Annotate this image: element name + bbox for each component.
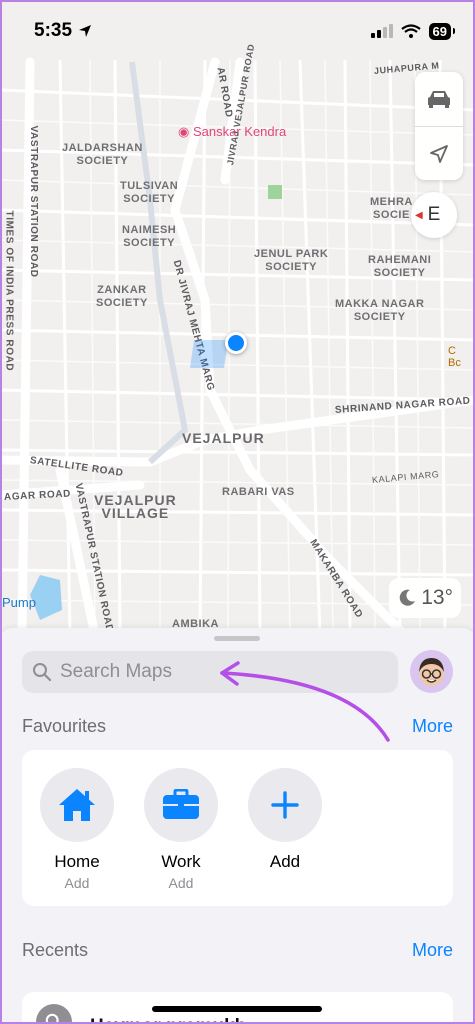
favourite-sublabel: Add bbox=[64, 875, 90, 891]
memoji-avatar-icon bbox=[419, 658, 444, 686]
user-heading-beam bbox=[190, 340, 228, 368]
poi-pin-icon: ◉ bbox=[178, 124, 190, 139]
map-area-label: VEJALPUR bbox=[182, 430, 265, 446]
sheet-grabber[interactable] bbox=[214, 636, 260, 641]
car-icon bbox=[428, 91, 450, 108]
house-icon bbox=[59, 789, 95, 821]
favourite-home[interactable]: Home Add bbox=[38, 768, 116, 891]
map-mode-button[interactable] bbox=[415, 72, 463, 126]
recent-search-icon-badge bbox=[36, 1004, 72, 1024]
map-area-label: ZANKAR SOCIETY bbox=[96, 284, 148, 309]
poi-pump[interactable]: Pump bbox=[2, 595, 36, 610]
weather-indicator[interactable]: 13° bbox=[389, 578, 461, 618]
favourites-title: Favourites bbox=[22, 716, 107, 736]
road-label: VASTRAPUR STATION ROAD bbox=[28, 125, 39, 278]
search-input[interactable] bbox=[60, 661, 360, 683]
compass-button[interactable]: ◀ E bbox=[411, 192, 457, 238]
favourite-work-circle[interactable] bbox=[144, 768, 218, 842]
moon-icon bbox=[399, 589, 416, 606]
favourite-label: Work bbox=[161, 852, 201, 871]
map-area-label: MAKKA NAGAR SOCIETY bbox=[335, 298, 425, 323]
map-area-label: VEJALPUR VILLAGE bbox=[94, 492, 177, 521]
road-label: TIMES OF INDIA PRESS ROAD bbox=[3, 210, 15, 372]
favourite-home-circle[interactable] bbox=[40, 768, 114, 842]
poi-right-edge[interactable]: C Bc bbox=[448, 345, 461, 369]
favourite-work[interactable]: Work Add bbox=[142, 768, 220, 891]
favourite-label: Home bbox=[54, 852, 100, 871]
favourite-label: Add bbox=[269, 852, 301, 871]
map-area-label: TULSIVAN SOCIETY bbox=[120, 180, 179, 205]
map-view[interactable]: ◉ Sanskar Kendra JALDARSHAN SOCIETY TULS… bbox=[0, 0, 475, 635]
favourite-add-circle[interactable] bbox=[248, 768, 322, 842]
location-arrow-icon bbox=[79, 25, 92, 37]
map-area-label: MEHRA SOCIE bbox=[370, 196, 413, 221]
plus-icon bbox=[271, 791, 299, 819]
map-controls bbox=[415, 72, 463, 180]
favourite-sublabel bbox=[246, 875, 324, 891]
search-icon bbox=[33, 663, 52, 682]
map-area-label: RAHEMANI SOCIETY bbox=[368, 254, 432, 279]
briefcase-icon bbox=[163, 789, 199, 819]
map-area-label: JENUL PARK SOCIETY bbox=[254, 248, 329, 273]
map-area-label: JALDARSHAN SOCIETY bbox=[62, 142, 143, 167]
bottom-sheet: Favourites More Home Add Work bbox=[0, 628, 475, 1024]
track-location-button[interactable] bbox=[415, 126, 463, 180]
current-location-dot[interactable] bbox=[225, 332, 247, 354]
map-area-label: NAIMESH SOCIETY bbox=[122, 224, 177, 249]
search-icon bbox=[45, 1013, 59, 1024]
battery-icon: 69 bbox=[428, 22, 456, 40]
favourite-add[interactable]: Add bbox=[246, 768, 324, 891]
favourite-sublabel: Add bbox=[168, 875, 194, 891]
search-bar[interactable] bbox=[22, 651, 398, 693]
map-area-label: RABARI VAS bbox=[222, 486, 295, 498]
status-bar: 5:35 69 bbox=[0, 0, 475, 62]
recents-more-link[interactable]: More bbox=[412, 940, 453, 961]
favourites-card: Home Add Work Add Add bbox=[22, 750, 453, 906]
avatar[interactable] bbox=[410, 650, 453, 693]
recents-title: Recents bbox=[22, 940, 89, 960]
location-arrow-icon bbox=[430, 144, 448, 163]
favourites-more-link[interactable]: More bbox=[412, 716, 453, 737]
home-indicator[interactable] bbox=[152, 1006, 322, 1012]
wifi-icon bbox=[400, 24, 421, 38]
compass-needle-icon: ◀ bbox=[415, 209, 423, 221]
cellular-signal-icon bbox=[370, 24, 393, 38]
status-indicators: 69 bbox=[370, 22, 456, 40]
status-time: 5:35 bbox=[34, 20, 92, 42]
recent-item-title: Haymor pramukh bbox=[90, 1016, 246, 1024]
